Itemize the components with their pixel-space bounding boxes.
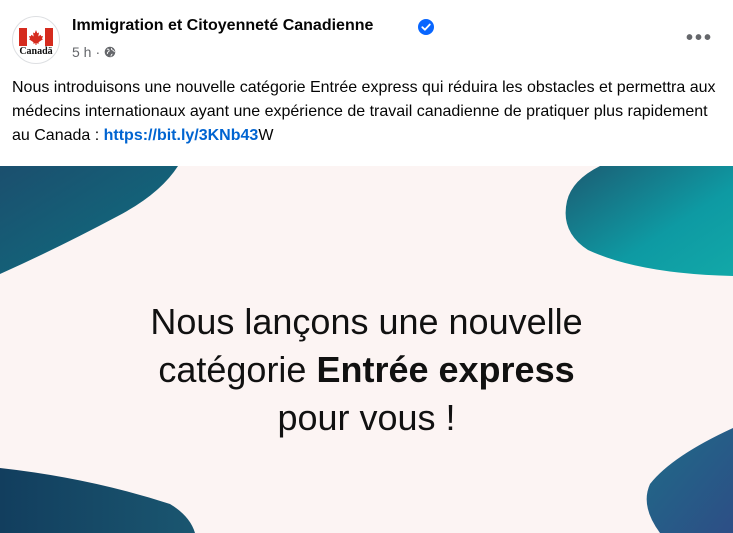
headline-line-1: Nous lançons une nouvelle [150,301,583,342]
canada-flag-icon [19,28,53,46]
post-trailing-text: W [258,127,274,144]
meta-separator: · [95,44,101,60]
post-link[interactable]: https://bit.ly/3KNb43 [104,127,259,144]
page-name-link[interactable]: Immigration et Citoyenneté Canadienne [72,17,373,35]
post-timestamp[interactable]: 5 h [72,44,91,60]
headline-line-2: catégorie Entrée express [0,346,733,394]
image-headline: Nous lançons une nouvelle catégorie Entr… [0,298,733,442]
verified-badge-icon [418,19,434,35]
post-image[interactable]: Nous lançons une nouvelle catégorie Entr… [0,166,733,533]
headline-emphasis: Entrée express [316,349,575,390]
headline-category-text: catégorie [158,349,317,390]
page-avatar[interactable]: Canadä [12,16,60,64]
post-text: Nous introduisons une nouvelle catégorie… [12,76,724,148]
more-options-icon[interactable]: ••• [686,28,713,48]
post-meta: 5 h · [72,44,116,60]
globe-icon[interactable] [104,46,116,58]
facebook-post: Canadä Immigration et Citoyenneté Canadi… [0,0,733,533]
post-header: Canadä Immigration et Citoyenneté Canadi… [0,0,733,72]
avatar-wordmark: Canadä [19,46,53,57]
headline-line-3: pour vous ! [277,397,456,438]
